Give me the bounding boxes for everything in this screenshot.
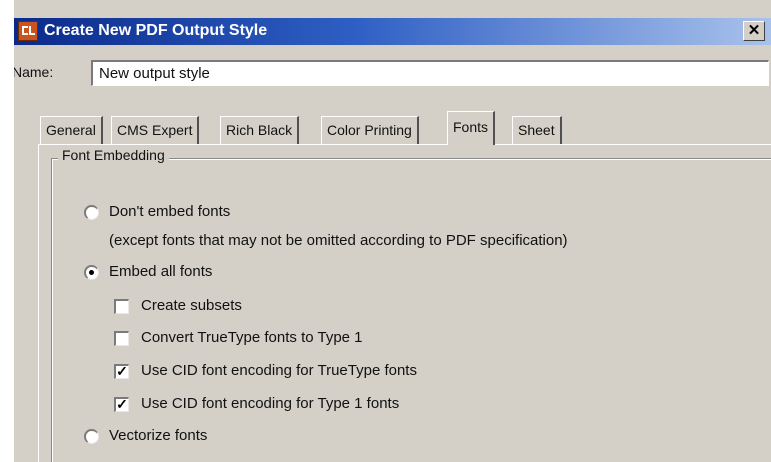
tab-strip: General CMS Expert Rich Black Color Prin… — [40, 111, 760, 146]
tab-color-printing[interactable]: Color Printing — [321, 116, 419, 144]
embed-all-radio[interactable] — [84, 265, 99, 280]
vectorize-label[interactable]: Vectorize fonts — [109, 427, 207, 444]
embed-all-label[interactable]: Embed all fonts — [109, 263, 212, 280]
convert-truetype-label[interactable]: Convert TrueType fonts to Type 1 — [141, 329, 363, 346]
tab-fonts[interactable]: Fonts — [447, 111, 496, 145]
name-row: Name: New output style — [14, 58, 771, 88]
font-embedding-label: Font Embedding — [58, 147, 169, 163]
window-title: Create New PDF Output Style — [44, 22, 268, 39]
close-button[interactable]: ✕ — [743, 21, 765, 41]
close-icon: ✕ — [747, 22, 761, 39]
app-icon — [18, 21, 38, 41]
create-subsets-checkbox[interactable] — [114, 299, 129, 314]
name-input[interactable]: New output style — [91, 60, 769, 86]
cid-type1-label[interactable]: Use CID font encoding for Type 1 fonts — [141, 395, 399, 412]
tab-sheet[interactable]: Sheet — [512, 116, 562, 144]
tab-general[interactable]: General — [40, 116, 103, 144]
dialog-window: Create New PDF Output Style ✕ Name: New … — [14, 0, 771, 462]
tab-rich-black[interactable]: Rich Black — [220, 116, 300, 144]
cid-truetype-label[interactable]: Use CID font encoding for TrueType fonts — [141, 362, 417, 379]
cid-type1-checkbox[interactable]: ✓ — [114, 397, 129, 412]
tab-cms-expert[interactable]: CMS Expert — [111, 116, 200, 144]
convert-truetype-checkbox[interactable] — [114, 331, 129, 346]
cid-truetype-checkbox[interactable]: ✓ — [114, 364, 129, 379]
fonts-panel: Font Embedding Don't embed fonts (except… — [38, 144, 771, 462]
vectorize-radio[interactable] — [84, 429, 99, 444]
name-label: Name: — [14, 64, 54, 80]
create-subsets-label[interactable]: Create subsets — [141, 297, 242, 314]
dont-embed-note: (except fonts that may not be omitted ac… — [109, 232, 568, 249]
checkmark-icon: ✓ — [116, 363, 128, 379]
checkmark-icon: ✓ — [116, 396, 128, 412]
title-bar[interactable]: Create New PDF Output Style ✕ — [14, 18, 771, 45]
dont-embed-label[interactable]: Don't embed fonts — [109, 203, 230, 220]
dont-embed-radio[interactable] — [84, 205, 99, 220]
